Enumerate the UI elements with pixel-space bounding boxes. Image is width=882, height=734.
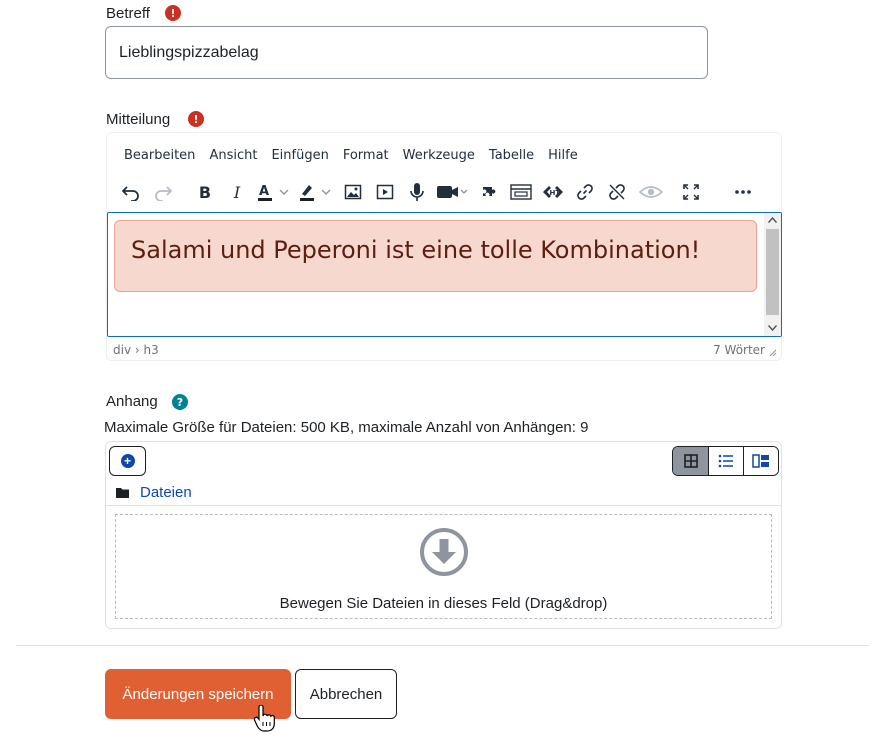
fullscreen-icon[interactable] [677,178,705,206]
scroll-thumb[interactable] [766,229,779,315]
italic-icon[interactable]: I [223,178,251,206]
download-arrow-icon [419,528,468,576]
media-icon[interactable] [371,178,399,206]
editor-toolbar: B I A HT [117,177,761,207]
file-dropzone[interactable]: Bewegen Sie Dateien in dieses Feld (Drag… [115,514,772,619]
menu-help[interactable]: Hilfe [541,146,585,165]
view-mode-group [672,446,779,476]
accessibility-checker-icon[interactable]: HT [539,178,567,206]
editor-scrollbar[interactable] [764,213,781,336]
svg-text:A: A [259,184,269,199]
divider [106,505,781,506]
h5p-icon[interactable] [475,178,503,206]
menu-edit[interactable]: Bearbeiten [117,146,202,165]
scroll-down-icon[interactable] [768,325,777,331]
more-icon[interactable] [729,178,757,206]
attachment-label: Anhang [106,393,158,410]
tree-view-icon[interactable] [743,447,778,475]
embed-icon[interactable] [507,178,535,206]
text-color-icon[interactable]: A [255,178,293,206]
list-view-icon[interactable] [708,447,743,475]
plus-icon: + [120,454,135,468]
link-icon[interactable] [571,178,599,206]
unlink-icon[interactable] [603,178,631,206]
subject-label: Betreff [106,5,150,22]
editor-statusbar: div › h3 7 Wörter [113,343,777,359]
form-divider [16,645,869,646]
highlight-color-icon[interactable] [297,178,335,206]
menu-tools[interactable]: Werkzeuge [396,146,482,165]
file-manager: + Dateien Bewegen Sie Dateien in dieses … [105,441,782,629]
undo-icon[interactable] [117,178,145,206]
scroll-up-icon[interactable] [768,217,777,223]
editor-menubar: Bearbeiten Ansicht Einfügen Format Werkz… [117,146,585,165]
element-path[interactable]: div › h3 [113,343,159,357]
editor-content-area[interactable]: Salami und Peperoni ist eine tolle Kombi… [107,212,782,337]
dropzone-text: Bewegen Sie Dateien in dieses Feld (Drag… [279,595,608,612]
question-icon[interactable]: ? [172,394,188,410]
resize-handle-icon[interactable] [769,349,777,357]
subject-input[interactable] [105,26,708,79]
attachment-limits: Maximale Größe für Dateien: 500 KB, maxi… [104,419,589,436]
cancel-button[interactable]: Abbrechen [295,669,397,719]
hand-cursor-icon [253,705,275,732]
message-content-heading[interactable]: Salami und Peperoni ist eine tolle Kombi… [114,220,757,292]
menu-table[interactable]: Tabelle [482,146,541,165]
menu-insert[interactable]: Einfügen [264,146,335,165]
preview-icon[interactable] [635,178,667,206]
exclamation-icon: ! [188,111,204,127]
grid-view-icon[interactable] [673,447,708,475]
record-audio-icon[interactable] [403,178,431,206]
record-video-icon[interactable] [435,178,471,206]
folder-path: Dateien [116,484,192,501]
image-icon[interactable] [339,178,367,206]
word-count[interactable]: 7 Wörter [713,343,765,357]
menu-format[interactable]: Format [336,146,396,165]
folder-link-files[interactable]: Dateien [140,484,192,501]
bold-icon[interactable]: B [191,178,219,206]
svg-text:HT: HT [550,189,561,197]
redo-icon[interactable] [149,178,177,206]
exclamation-icon: ! [165,5,181,21]
rich-text-editor: Bearbeiten Ansicht Einfügen Format Werkz… [106,132,782,361]
add-file-button[interactable]: + [109,446,146,476]
menu-view[interactable]: Ansicht [202,146,264,165]
folder-icon [116,488,129,498]
message-label: Mitteilung [106,111,171,128]
